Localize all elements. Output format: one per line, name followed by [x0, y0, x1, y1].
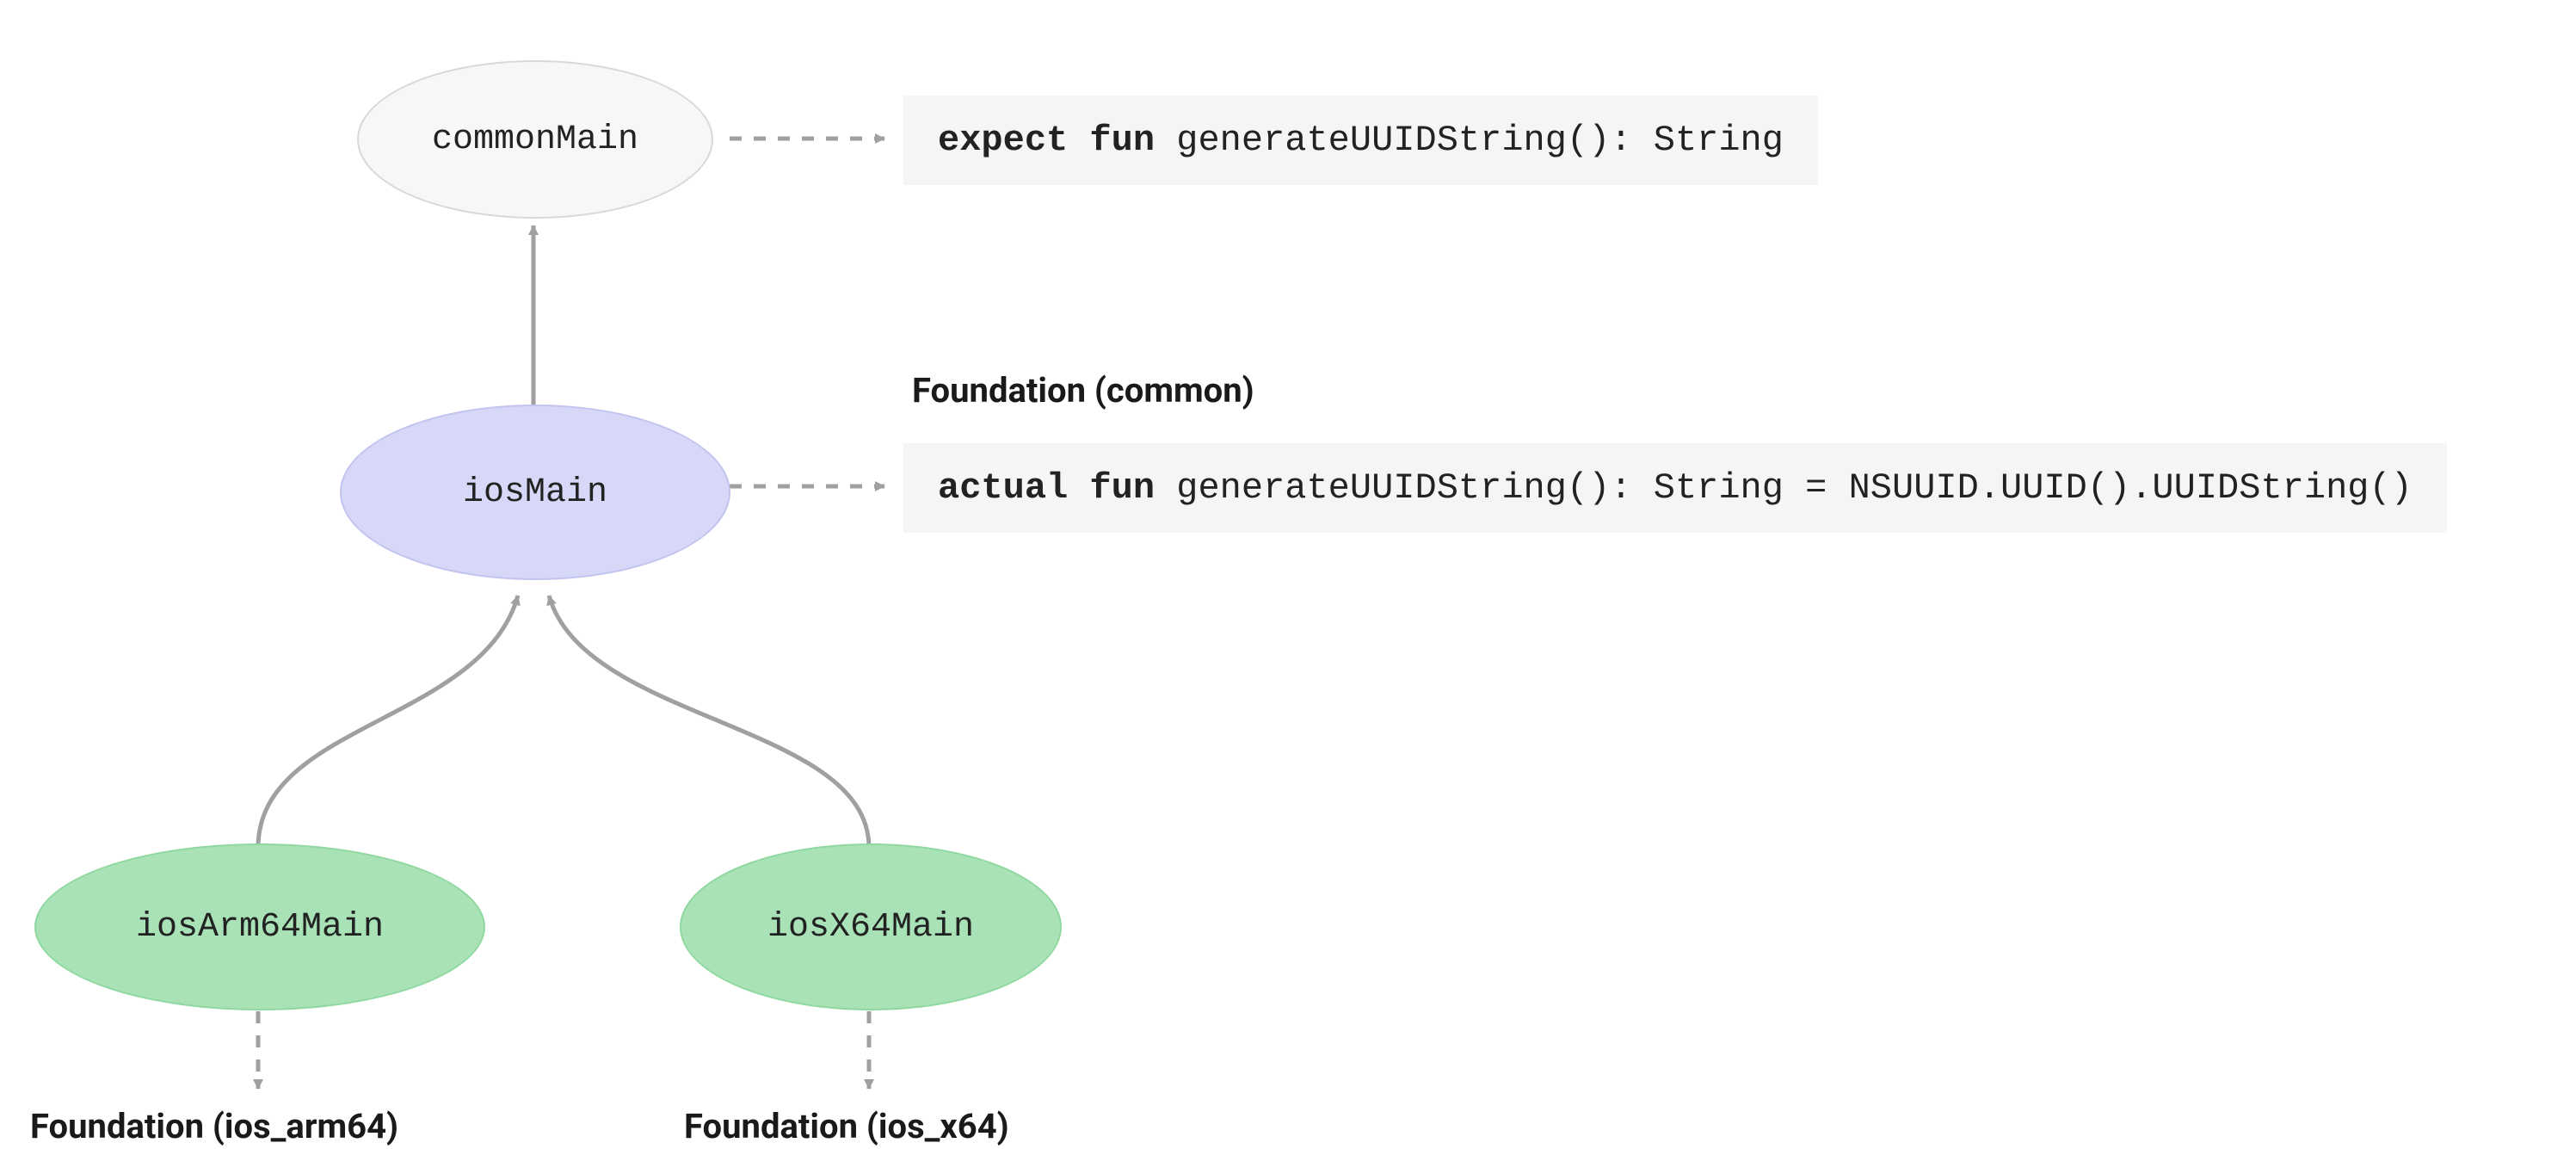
node-iosarm64main-label: iosArm64Main — [136, 908, 384, 947]
edge-iosx64-to-iosmain — [549, 596, 869, 848]
label-foundation-x64: Foundation (ios_x64) — [684, 1106, 1009, 1146]
actual-rest: generateUUIDString(): String = NSUUID.UU… — [1155, 467, 2413, 509]
expect-keyword: expect fun — [938, 120, 1155, 161]
label-foundation-arm64: Foundation (ios_arm64) — [30, 1106, 398, 1146]
actual-keyword: actual fun — [938, 467, 1155, 509]
diagram-canvas: commonMain iosMain iosArm64Main iosX64Ma… — [0, 0, 2576, 1149]
label-foundation-common: Foundation (common) — [912, 370, 1254, 411]
node-iosmain: iosMain — [340, 405, 730, 580]
codebox-actual: actual fun generateUUIDString(): String … — [903, 443, 2447, 533]
node-commonmain-label: commonMain — [432, 120, 638, 159]
node-iosmain-label: iosMain — [463, 473, 607, 512]
node-commonmain: commonMain — [357, 60, 713, 219]
node-iosx64main: iosX64Main — [680, 843, 1062, 1010]
edge-iosarm64-to-iosmain — [258, 596, 518, 848]
node-iosx64main-label: iosX64Main — [767, 908, 974, 947]
expect-rest: generateUUIDString(): String — [1155, 120, 1784, 161]
codebox-expect: expect fun generateUUIDString(): String — [903, 96, 1818, 185]
node-iosarm64main: iosArm64Main — [34, 843, 485, 1010]
